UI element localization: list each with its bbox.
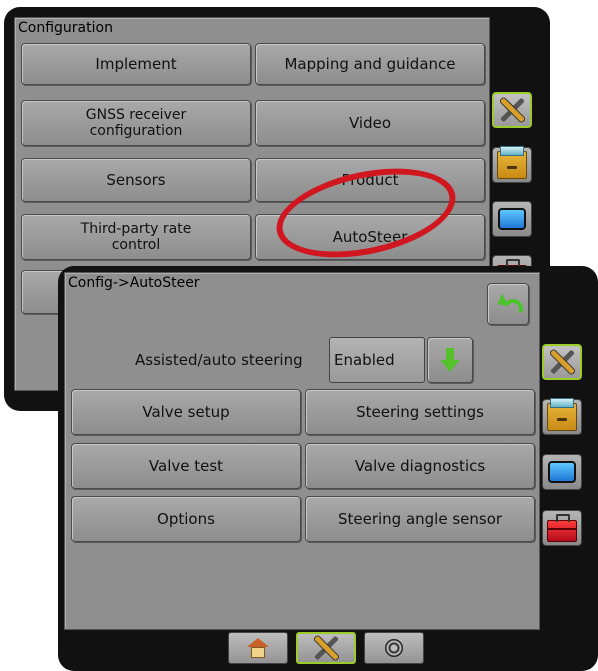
autosteer-button[interactable]: AutoSteer bbox=[255, 214, 485, 260]
screen-icon bbox=[498, 208, 526, 230]
valve-diagnostics-button[interactable]: Valve diagnostics bbox=[305, 443, 535, 489]
steering-mode-dropdown-button[interactable] bbox=[427, 337, 473, 383]
options-button[interactable]: Options bbox=[71, 496, 301, 542]
video-button[interactable]: Video bbox=[255, 100, 485, 146]
back-button[interactable] bbox=[487, 283, 529, 325]
page-title: Configuration bbox=[18, 20, 113, 36]
steering-mode-label: Assisted/auto steering bbox=[135, 351, 303, 369]
tools-icon bbox=[498, 96, 526, 124]
implement-button[interactable]: Implement bbox=[21, 43, 251, 85]
tools-icon bbox=[312, 634, 340, 662]
tab-home[interactable] bbox=[228, 632, 288, 664]
tools-icon bbox=[548, 348, 576, 376]
foreground-console: Config->AutoSteer Assisted/auto steering… bbox=[58, 266, 598, 671]
sensors-button[interactable]: Sensors bbox=[21, 158, 251, 202]
steering-mode-value[interactable]: Enabled bbox=[329, 337, 425, 383]
steering-settings-button[interactable]: Steering settings bbox=[305, 389, 535, 435]
product-button[interactable]: Product bbox=[255, 158, 485, 202]
drawer-icon bbox=[547, 398, 577, 431]
home-icon bbox=[247, 638, 269, 658]
mapping-and-guidance-button[interactable]: Mapping and guidance bbox=[255, 43, 485, 85]
tab-display[interactable] bbox=[542, 454, 582, 490]
tab-setup[interactable] bbox=[296, 632, 356, 664]
steering-angle-sensor-button[interactable]: Steering angle sensor bbox=[305, 496, 535, 542]
toolbox-icon bbox=[547, 514, 577, 542]
valve-test-button[interactable]: Valve test bbox=[71, 443, 301, 489]
dial-icon bbox=[385, 639, 403, 657]
tab-display[interactable] bbox=[492, 201, 532, 237]
valve-setup-button[interactable]: Valve setup bbox=[71, 389, 301, 435]
drawer-icon bbox=[497, 146, 527, 179]
tab-configuration[interactable] bbox=[542, 344, 582, 380]
autosteer-screen: Config->AutoSteer Assisted/auto steering… bbox=[64, 272, 540, 630]
gnss-receiver-configuration-button[interactable]: GNSS receiver configuration bbox=[21, 100, 251, 146]
tab-data[interactable] bbox=[492, 146, 532, 183]
tab-guidance[interactable] bbox=[364, 632, 424, 664]
down-arrow-icon bbox=[440, 348, 460, 372]
tab-configuration[interactable] bbox=[492, 92, 532, 128]
back-arrow-icon bbox=[497, 293, 519, 315]
tab-tools[interactable] bbox=[542, 510, 582, 546]
screen-icon bbox=[548, 461, 576, 483]
page-title: Config->AutoSteer bbox=[68, 275, 200, 291]
third-party-rate-control-button[interactable]: Third-party rate control bbox=[21, 214, 251, 260]
tab-data[interactable] bbox=[542, 398, 582, 435]
